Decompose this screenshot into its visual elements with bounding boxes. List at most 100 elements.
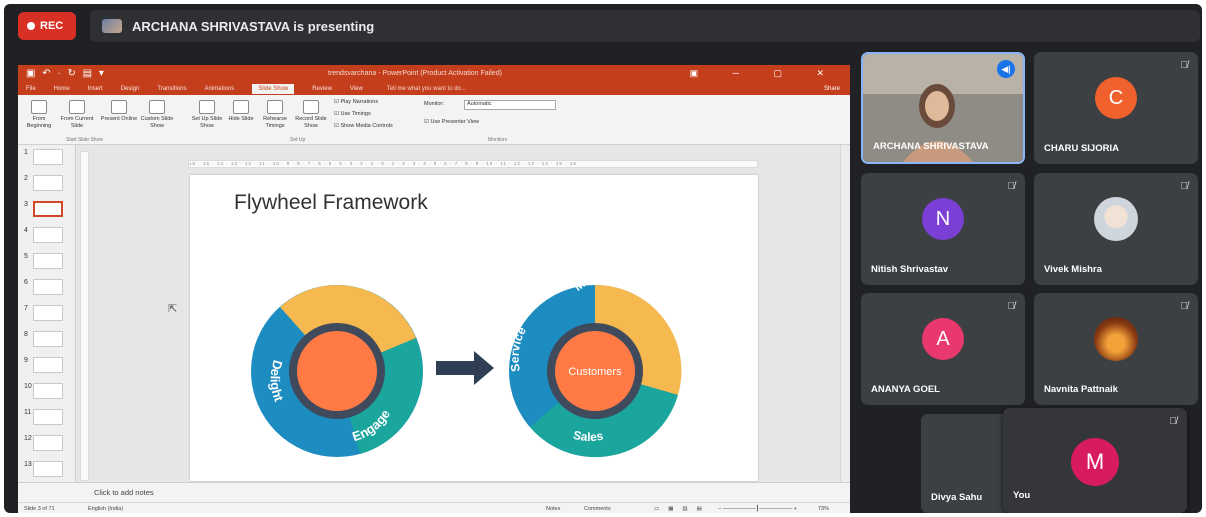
record-dot-icon (27, 22, 35, 30)
horizontal-ruler: 16 · 15 · 14 · 13 · 12 · 11 · 10 · 9 · 8… (188, 160, 758, 168)
left-flywheel: Attract Engage Delight (251, 244, 423, 457)
shared-screen: ▣ ↶ · ↻ ▤ ▾ trendsvarchana - PowerPoint … (18, 65, 850, 513)
ribbon-tabs: File Home Insert Design Transitions Anim… (18, 82, 850, 95)
notes-button[interactable]: Notes (546, 506, 560, 512)
slide-thumbnails: 1 2 3 4 5 6 7 8 9 10 11 12 13 (18, 145, 76, 485)
slide-thumb-selected[interactable]: 3 (24, 201, 64, 223)
slide-thumb[interactable]: 4 (24, 227, 64, 249)
monitor-label: Monitor: (424, 101, 444, 107)
slide-thumb[interactable]: 8 (24, 331, 64, 353)
tab-home[interactable]: Home (54, 86, 70, 92)
slide-thumb[interactable]: 2 (24, 175, 64, 197)
group-set-up: Set Up (290, 137, 306, 143)
slide-thumb[interactable]: 13 (24, 461, 64, 483)
record-icon (303, 100, 319, 114)
participant-name: Divya Sahu (931, 492, 983, 503)
tab-slide-show[interactable]: Slide Show (252, 83, 295, 94)
slide-canvas[interactable]: Flywheel Framework Attract Engage Deligh… (190, 175, 758, 481)
record-slide-show-button[interactable]: Record Slide Show (292, 100, 330, 130)
mic-off-icon: 🎙̸ (1007, 301, 1016, 312)
meet-window: REC ARCHANA SHRIVASTAVA is presenting ▣ … (4, 4, 1202, 513)
status-bar: Slide 3 of 71 English (India) Notes Comm… (18, 502, 850, 513)
right-flywheel: Customers Marketing Sales Service (508, 265, 682, 458)
participant-tile[interactable]: 🎙̸ C CHARU SIJORIA (1034, 52, 1198, 164)
setup-icon (199, 100, 215, 114)
avatar: M (1071, 438, 1119, 486)
zoom-slider[interactable]: − ——————┃—————— + (718, 506, 797, 512)
participant-tile-presenter[interactable]: ◀| ARCHANA SHRIVASTAVA (861, 52, 1025, 164)
participant-name: CHARU SIJORIA (1044, 143, 1119, 154)
slideshow-icon (69, 100, 85, 114)
avatar: C (1095, 77, 1137, 119)
tab-view[interactable]: View (350, 86, 363, 92)
show-media-controls-checkbox[interactable]: ☑ Show Media Controls (334, 123, 393, 129)
slide-thumb[interactable]: 9 (24, 357, 64, 379)
present-online-icon (111, 100, 127, 114)
play-narrations-checkbox[interactable]: ☑ Play Narrations (334, 99, 378, 105)
tab-file[interactable]: File (26, 86, 36, 92)
mouse-cursor-icon: ⇱ (168, 303, 178, 315)
participant-name: ARCHANA SHRIVASTAVA (873, 141, 989, 152)
avatar: A (922, 318, 964, 360)
custom-show-icon (149, 100, 165, 114)
rec-indicator[interactable]: REC (18, 12, 76, 40)
slide-thumb[interactable]: 11 (24, 409, 64, 431)
tab-review[interactable]: Review (312, 86, 332, 92)
use-presenter-view-checkbox[interactable]: ☑ Use Presenter View (424, 119, 479, 125)
view-buttons[interactable]: ▭▦▥▤ (654, 506, 711, 512)
ppt-window-title: trendsvarchana - PowerPoint (Product Act… (328, 70, 502, 77)
avatar: N (922, 198, 964, 240)
set-up-slide-show-button[interactable]: Set Up Slide Show (188, 100, 226, 130)
from-beginning-button[interactable]: From Beginning (20, 100, 58, 130)
arrow-icon (436, 351, 494, 385)
group-monitors: Monitors (488, 137, 508, 143)
hide-slide-icon (233, 100, 249, 114)
slide-thumb[interactable]: 7 (24, 305, 64, 327)
slide-thumb[interactable]: 12 (24, 435, 64, 457)
speaking-indicator-icon: ◀| (997, 60, 1015, 78)
use-timings-checkbox[interactable]: ☑ Use Timings (334, 111, 371, 117)
participant-name: Vivek Mishra (1044, 264, 1102, 275)
present-online-button[interactable]: Present Online (100, 100, 138, 123)
participant-name: Navnita Pattnaik (1044, 384, 1118, 395)
mic-off-icon: 🎙̸ (1180, 301, 1189, 312)
tell-me-box[interactable]: Tell me what you want to do... (387, 86, 466, 92)
presenting-banner: ARCHANA SHRIVASTAVA is presenting (90, 10, 1200, 42)
slide-thumb[interactable]: 6 (24, 279, 64, 301)
rehearse-timings-button[interactable]: Rehearse Timings (256, 100, 294, 130)
notes-pane[interactable]: Click to add notes (18, 482, 850, 502)
slide-thumb[interactable]: 5 (24, 253, 64, 275)
participant-name: Nitish Shrivastav (871, 264, 949, 275)
group-start-slide-show: Start Slide Show (66, 137, 103, 143)
zoom-level[interactable]: 73% (818, 506, 829, 512)
slide-thumb[interactable]: 10 (24, 383, 64, 405)
mic-off-icon: 🎙̸ (1180, 181, 1189, 192)
window-controls[interactable]: ▣ ─ ▢ ✕ (690, 68, 840, 79)
slide-thumb[interactable]: 1 (24, 149, 64, 171)
monitor-select[interactable]: Automatic (464, 100, 556, 110)
flywheel-diagram: Attract Engage Delight Customers Marketi… (251, 244, 682, 458)
notes-placeholder[interactable]: Click to add notes (94, 488, 154, 497)
participant-tile[interactable]: 🎙̸ Navnita Pattnaik (1034, 293, 1198, 405)
tab-design[interactable]: Design (121, 86, 140, 92)
comments-button[interactable]: Comments (584, 506, 611, 512)
timer-icon (267, 100, 283, 114)
participant-name: You (1013, 490, 1031, 501)
from-current-slide-button[interactable]: From Current Slide (58, 100, 96, 130)
share-button[interactable]: Share (824, 86, 840, 92)
tab-insert[interactable]: Insert (88, 86, 103, 92)
quick-access-toolbar[interactable]: ▣ ↶ · ↻ ▤ ▾ (26, 68, 106, 79)
wheel-label-attract: Attract (292, 244, 339, 272)
vertical-scrollbar[interactable] (840, 145, 850, 485)
custom-slide-show-button[interactable]: Custom Slide Show (138, 100, 176, 130)
participant-tile[interactable]: 🎙̸ N Nitish Shrivastav (861, 173, 1025, 285)
hide-slide-button[interactable]: Hide Slide (222, 100, 260, 123)
vertical-ruler (80, 151, 89, 481)
tab-animations[interactable]: Animations (205, 86, 235, 92)
participant-tile[interactable]: 🎙̸ A ANANYA GOEL (861, 293, 1025, 405)
tab-transitions[interactable]: Transitions (157, 86, 186, 92)
participant-tile[interactable]: 🎙̸ Vivek Mishra (1034, 173, 1198, 285)
mic-off-icon: 🎙̸ (1180, 60, 1189, 71)
ppt-workspace: 1 2 3 4 5 6 7 8 9 10 11 12 13 16 · 15 · … (18, 145, 850, 501)
self-view-tile[interactable]: 🎙̸ M You (1003, 408, 1187, 513)
